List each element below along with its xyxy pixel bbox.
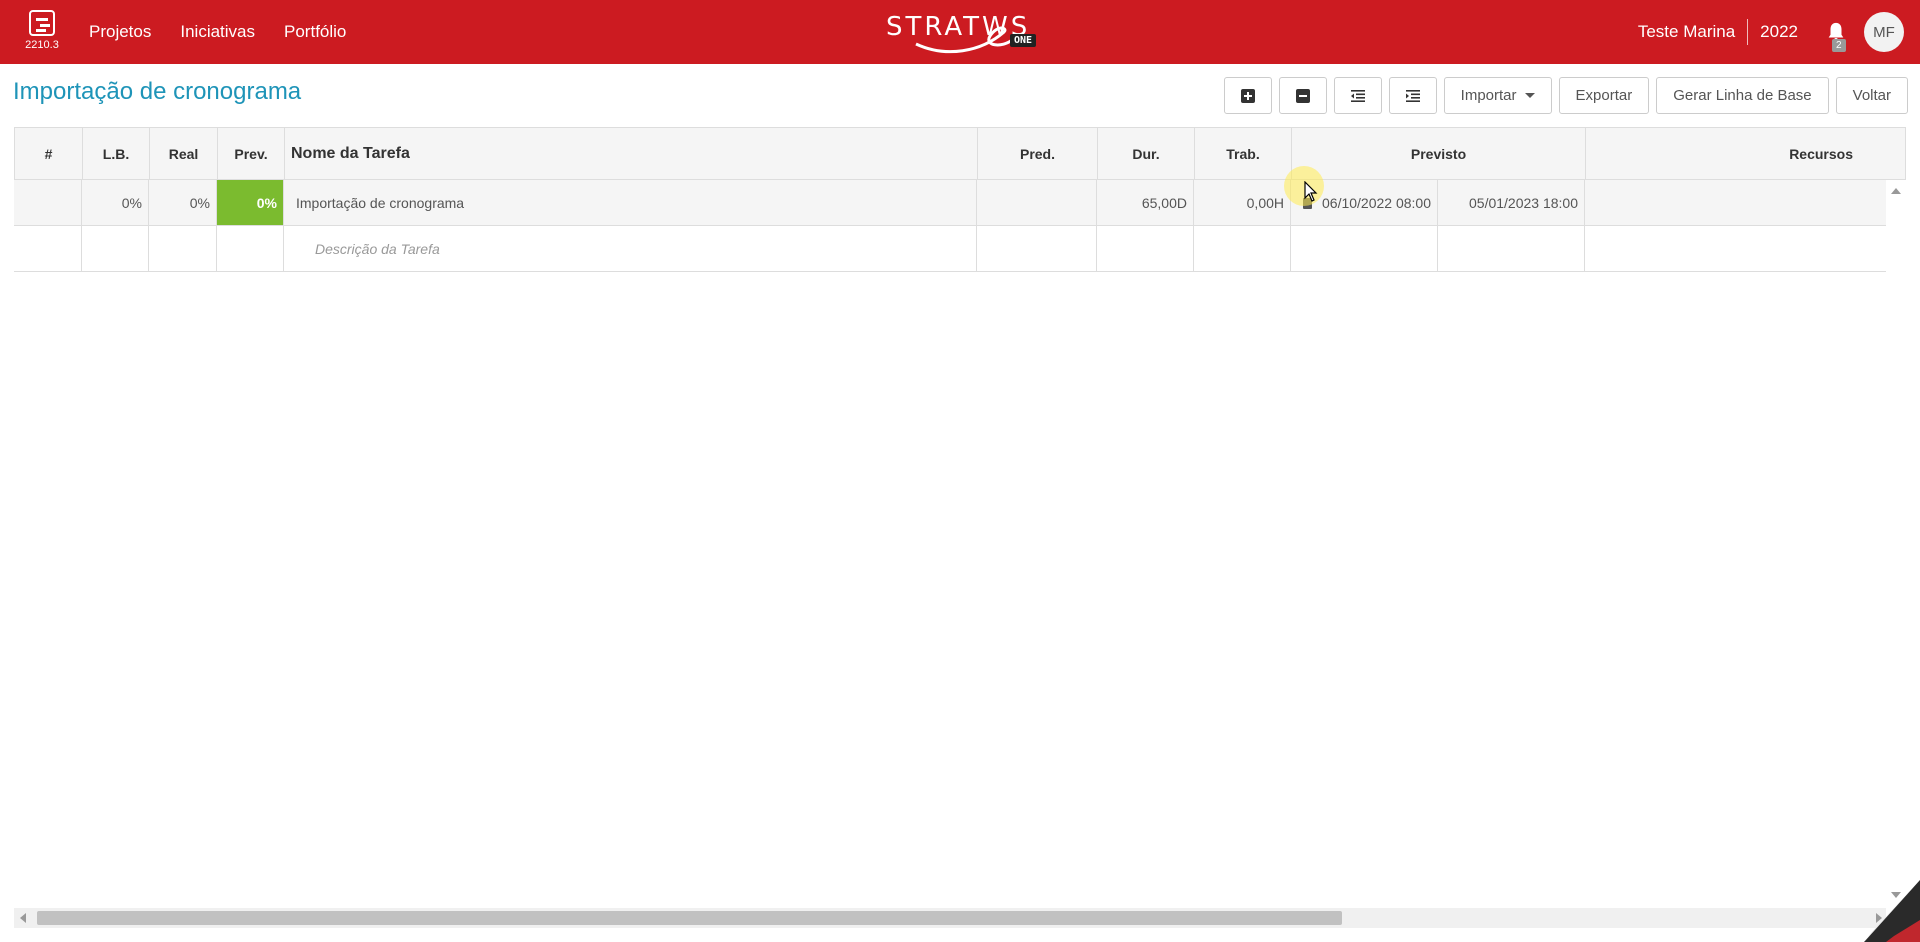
col-header-dur[interactable]: Dur. [1098, 128, 1195, 179]
user-name[interactable]: Teste Marina [1638, 22, 1747, 42]
cell-lb: 0% [82, 180, 149, 225]
col-header-num[interactable]: # [15, 128, 83, 179]
logo-text: STRATWS [886, 12, 1031, 42]
page-curl-icon [1864, 880, 1920, 942]
col-header-pred[interactable]: Pred. [978, 128, 1098, 179]
cell-start-date[interactable] [1291, 226, 1438, 271]
user-area: Teste Marina 2022 2 MF [1638, 0, 1920, 64]
voltar-button[interactable]: Voltar [1835, 77, 1908, 114]
notification-count-badge: 2 [1832, 39, 1846, 52]
cell-prev-progress [217, 226, 284, 271]
main-nav: Projetos Iniciativas Portfólio [89, 0, 346, 64]
nav-item-projetos[interactable]: Projetos [89, 22, 151, 42]
logo-badge: ONE [1010, 34, 1037, 47]
notifications-button[interactable]: 2 [1822, 17, 1850, 52]
gerar-linha-de-base-button[interactable]: Gerar Linha de Base [1656, 77, 1829, 114]
grid-header-row: # L.B. Real Prev. Nome da Tarefa Pred. D… [14, 127, 1906, 180]
col-header-trab[interactable]: Trab. [1195, 128, 1292, 179]
scroll-up-arrow-icon[interactable] [1891, 188, 1901, 194]
add-task-button[interactable] [1223, 77, 1272, 114]
page-title: Importação de cronograma [13, 78, 302, 105]
cell-end-date[interactable]: 05/01/2023 18:00 [1438, 180, 1585, 225]
importar-label: Importar [1460, 87, 1517, 104]
col-header-real[interactable]: Real [150, 128, 218, 179]
schedule-icon [29, 10, 55, 36]
nav-item-iniciativas[interactable]: Iniciativas [180, 22, 255, 42]
minus-square-icon [1295, 88, 1310, 103]
plus-square-icon [1240, 88, 1255, 103]
cell-prev-progress: 0% [217, 180, 284, 225]
top-bar: 2210.3 Projetos Iniciativas Portfólio ST… [0, 0, 1920, 64]
app-home-button[interactable]: 2210.3 [22, 10, 62, 58]
stratws-logo: STRATWS ONE [886, 10, 1040, 54]
indent-button[interactable] [1388, 77, 1437, 114]
cell-pred[interactable] [977, 180, 1097, 225]
scrollbar-thumb[interactable] [37, 911, 1342, 925]
cell-recursos[interactable] [1585, 180, 1866, 225]
cell-real: 0% [149, 180, 217, 225]
cell-num [14, 180, 82, 225]
cell-end-date[interactable] [1438, 226, 1585, 271]
importar-dropdown-button[interactable]: Importar [1443, 77, 1552, 114]
gantt-grid: # L.B. Real Prev. Nome da Tarefa Pred. D… [14, 127, 1906, 272]
indent-icon [1405, 89, 1420, 102]
avatar[interactable]: MF [1864, 12, 1904, 52]
cell-dur[interactable]: 65,00D [1097, 180, 1194, 225]
app-version: 2210.3 [25, 39, 59, 51]
vertical-scrollbar[interactable] [1886, 180, 1906, 902]
toolbar: Importar Exportar Gerar Linha de Base Vo… [1223, 77, 1908, 114]
col-header-recursos[interactable]: Recursos [1586, 128, 1887, 179]
table-row[interactable]: 0% 0% 0% Importação de cronograma 65,00D… [14, 180, 1906, 226]
table-row[interactable]: Descrição da Tarefa [14, 226, 1906, 272]
col-header-previsto[interactable]: Previsto [1292, 128, 1586, 179]
mouse-pointer-icon [1304, 181, 1318, 202]
nav-item-portfolio[interactable]: Portfólio [284, 22, 346, 42]
task-description-placeholder[interactable]: Descrição da Tarefa [284, 226, 977, 271]
horizontal-scrollbar[interactable] [14, 908, 1886, 928]
scroll-left-arrow-icon[interactable] [20, 913, 26, 923]
remove-task-button[interactable] [1278, 77, 1327, 114]
cell-real [149, 226, 217, 271]
cell-trab[interactable]: 0,00H [1194, 180, 1291, 225]
year-selector[interactable]: 2022 [1748, 22, 1798, 42]
cell-trab[interactable] [1194, 226, 1291, 271]
cell-task-name[interactable]: Importação de cronograma [284, 180, 977, 225]
caret-down-icon [1524, 93, 1535, 98]
cell-lb [82, 226, 149, 271]
col-header-name[interactable]: Nome da Tarefa [285, 128, 978, 179]
cell-dur[interactable] [1097, 226, 1194, 271]
outdent-icon [1350, 89, 1365, 102]
cell-recursos[interactable] [1585, 226, 1866, 271]
cell-pred[interactable] [977, 226, 1097, 271]
col-header-lb[interactable]: L.B. [83, 128, 150, 179]
exportar-button[interactable]: Exportar [1558, 77, 1650, 114]
start-date-value: 06/10/2022 08:00 [1322, 194, 1431, 211]
outdent-button[interactable] [1333, 77, 1382, 114]
cell-num [14, 226, 82, 271]
col-header-prev[interactable]: Prev. [218, 128, 285, 179]
